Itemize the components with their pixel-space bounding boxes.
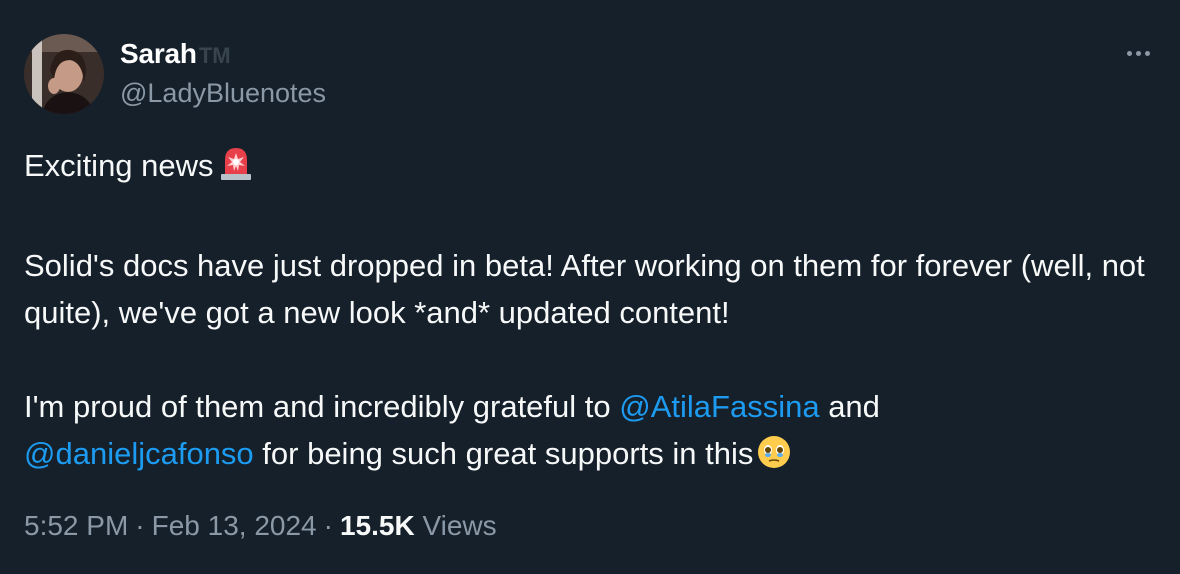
trademark-badge: TM [198, 43, 231, 68]
tweet-line-1: Exciting news [24, 142, 1164, 195]
meta-separator: · [135, 510, 145, 541]
profile-photo-icon [24, 34, 104, 114]
paragraph-3-mid: and [819, 389, 880, 424]
more-options-button[interactable] [1120, 38, 1156, 68]
paragraph-3-end: for being such great supports in this [253, 436, 754, 471]
author-handle[interactable]: @LadyBluenotes [120, 78, 326, 109]
avatar[interactable] [24, 34, 104, 114]
post-time: 5:52 PM [24, 510, 129, 541]
tweet-text: Exciting news Solid's docs have just dro… [24, 142, 1164, 483]
tweet-card: Sarah TM @LadyBluenotes Exciting news So… [0, 0, 1180, 574]
post-date: Feb 13, 2024 [151, 510, 317, 541]
holding-back-tears-emoji-icon [756, 434, 792, 483]
tweet-meta: 5:52 PM · Feb 13, 2024 · 15.5K Views [24, 510, 497, 542]
mention-link-atilafassina[interactable]: @AtilaFassina [619, 389, 819, 424]
tweet-paragraph-3: I'm proud of them and incredibly gratefu… [24, 383, 1164, 483]
author-name-row: Sarah TM [120, 38, 231, 70]
tweet-paragraph-2: Solid's docs have just dropped in beta! … [24, 248, 1145, 330]
post-time-link[interactable]: 5:52 PM · Feb 13, 2024 [24, 510, 317, 541]
paragraph-3-start: I'm proud of them and incredibly gratefu… [24, 389, 620, 424]
meta-separator: · [323, 510, 333, 541]
views-count: 15.5K [339, 510, 415, 541]
views-link[interactable]: 15.5K Views [340, 510, 497, 541]
mention-link-danieljcafonso[interactable]: @danieljcafonso [24, 436, 254, 471]
views-label: Views [422, 510, 497, 541]
police-car-light-emoji-icon [217, 144, 255, 195]
more-options-icon [1126, 50, 1132, 56]
author-display-name[interactable]: Sarah [120, 38, 197, 70]
tweet-headline: Exciting news [24, 148, 214, 183]
more-options-dot [1135, 50, 1141, 56]
more-options-dot [1144, 50, 1150, 56]
